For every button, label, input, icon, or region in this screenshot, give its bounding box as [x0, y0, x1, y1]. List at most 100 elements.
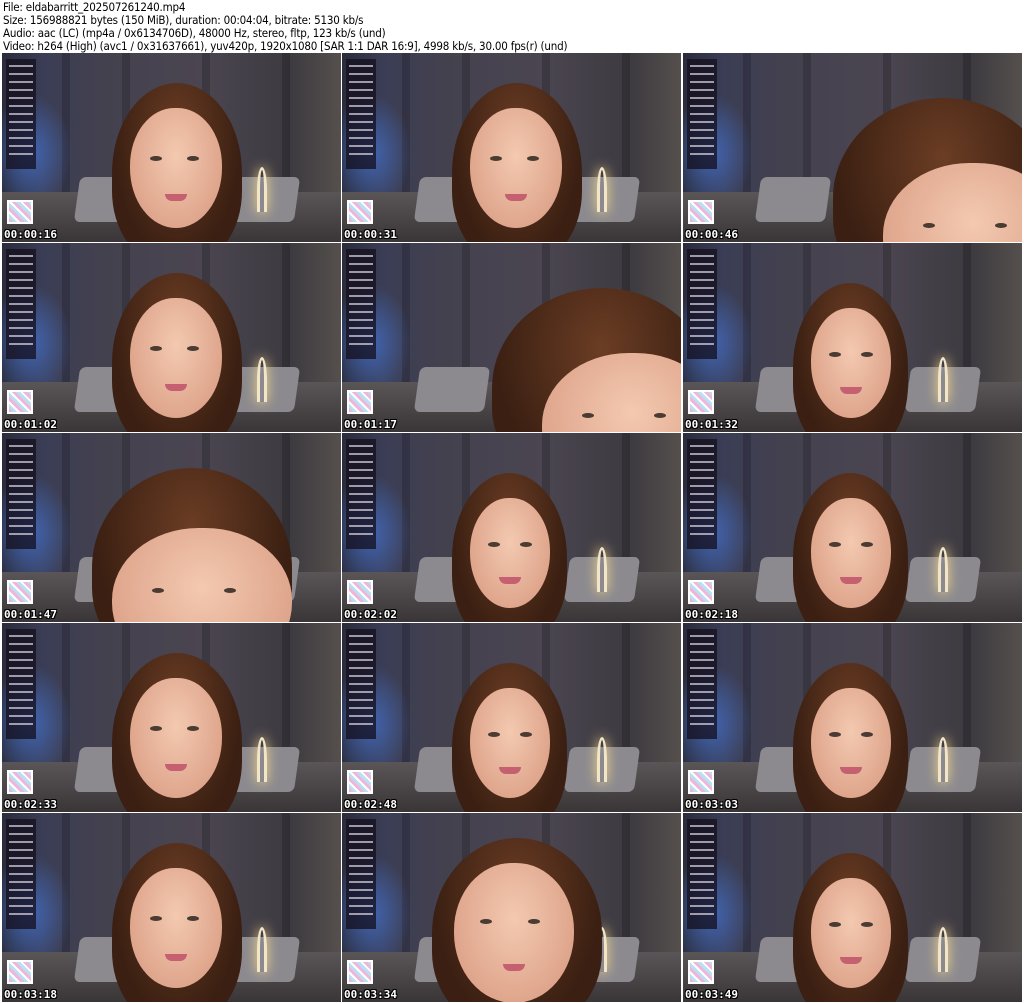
video-thumbnail: 00:02:48 [342, 623, 681, 812]
qr-code [688, 390, 714, 414]
tip-menu-overlay [687, 819, 717, 929]
qr-code [347, 390, 373, 414]
eye [581, 413, 594, 418]
video-thumbnail: 00:03:03 [683, 623, 1022, 812]
video-thumbnail: 00:03:18 [2, 813, 341, 1002]
qr-code [347, 200, 373, 224]
tip-menu-overlay [687, 439, 717, 549]
timestamp: 00:00:31 [344, 228, 397, 241]
eye [828, 352, 841, 357]
tip-menu-overlay [6, 439, 36, 549]
eye [860, 922, 873, 927]
qr-code [7, 200, 33, 224]
face [130, 108, 222, 228]
timestamp: 00:01:47 [4, 608, 57, 621]
timestamp: 00:00:46 [685, 228, 738, 241]
eye [994, 223, 1007, 228]
video-info: Video: h264 (High) (avc1 / 0x31637661), … [3, 39, 568, 53]
eye [187, 726, 200, 731]
eye [223, 588, 236, 593]
tip-menu-overlay [346, 249, 376, 359]
eye [151, 588, 164, 593]
face [130, 678, 222, 798]
qr-code [688, 580, 714, 604]
face [130, 298, 222, 418]
mouth [503, 963, 525, 971]
qr-code [7, 960, 33, 984]
qr-code [7, 390, 33, 414]
lamp [257, 927, 267, 972]
eye [860, 352, 873, 357]
timestamp: 00:01:17 [344, 418, 397, 431]
eye [187, 156, 200, 161]
eye [860, 732, 873, 737]
video-thumbnail: 00:03:49 [683, 813, 1022, 1002]
qr-code [347, 580, 373, 604]
qr-code [347, 960, 373, 984]
face [470, 688, 550, 798]
timestamp: 00:02:02 [344, 608, 397, 621]
tip-menu-overlay [687, 59, 717, 169]
timestamp: 00:00:16 [4, 228, 57, 241]
face [470, 498, 550, 608]
lamp [597, 737, 607, 782]
video-thumbnail: 00:02:33 [2, 623, 341, 812]
timestamp: 00:03:49 [685, 988, 738, 1001]
qr-code [688, 770, 714, 794]
tip-menu-overlay [346, 629, 376, 739]
lamp [257, 357, 267, 402]
eye [487, 542, 500, 547]
timestamp: 00:03:03 [685, 798, 738, 811]
eye [519, 542, 532, 547]
video-thumbnail: 00:02:02 [342, 433, 681, 622]
timestamp: 00:01:02 [4, 418, 57, 431]
eye [828, 732, 841, 737]
face [130, 868, 222, 988]
eye [828, 542, 841, 547]
qr-code [688, 960, 714, 984]
eye [828, 922, 841, 927]
video-thumbnail: 00:01:17 [342, 243, 681, 432]
video-thumbnail: 00:01:02 [2, 243, 341, 432]
video-thumbnail: 00:01:32 [683, 243, 1022, 432]
qr-code [688, 200, 714, 224]
pillow [754, 177, 832, 222]
timestamp: 00:02:48 [344, 798, 397, 811]
tip-menu-overlay [6, 59, 36, 169]
timestamp: 00:02:33 [4, 798, 57, 811]
qr-code [347, 770, 373, 794]
lamp [257, 737, 267, 782]
video-thumbnail: 00:03:34 [342, 813, 681, 1002]
lamp [597, 547, 607, 592]
tip-menu-overlay [346, 439, 376, 549]
timestamp: 00:01:32 [685, 418, 738, 431]
eye [187, 916, 200, 921]
tip-menu-overlay [6, 629, 36, 739]
lamp [597, 167, 607, 212]
face [811, 498, 891, 608]
tip-menu-overlay [6, 819, 36, 929]
video-thumbnail: 00:00:31 [342, 53, 681, 242]
tip-menu-overlay [687, 249, 717, 359]
face [454, 863, 574, 1002]
lamp [257, 167, 267, 212]
eye [860, 542, 873, 547]
face [811, 878, 891, 988]
file-info-header: File: eldabarritt_202507261240.mp4 Size:… [3, 1, 568, 53]
video-thumbnail: 00:01:47 [2, 433, 341, 622]
qr-code [7, 770, 33, 794]
video-thumbnail: 00:00:46 [683, 53, 1022, 242]
timestamp: 00:02:18 [685, 608, 738, 621]
tip-menu-overlay [346, 819, 376, 929]
eye [653, 413, 666, 418]
eye [527, 156, 540, 161]
face [811, 688, 891, 798]
face [811, 308, 891, 418]
face [470, 108, 562, 228]
eye [519, 732, 532, 737]
eye [487, 732, 500, 737]
lamp [938, 737, 948, 782]
lamp [938, 547, 948, 592]
eye [187, 346, 200, 351]
timestamp: 00:03:34 [344, 988, 397, 1001]
